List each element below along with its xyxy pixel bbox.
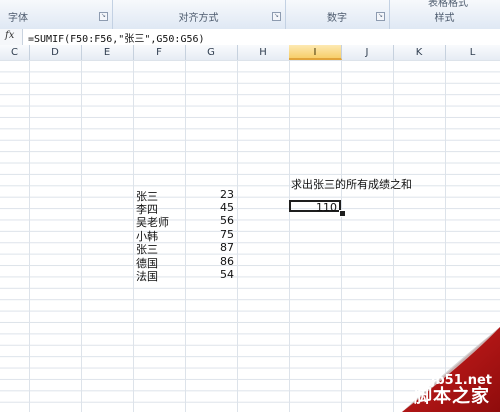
column-header[interactable]: K [393, 45, 446, 60]
cell-score[interactable]: 23 [184, 188, 234, 201]
ribbon-group-number-label: 数字 [327, 13, 347, 24]
cell-score[interactable]: 45 [184, 201, 234, 214]
fill-handle[interactable] [339, 210, 346, 217]
formula-input[interactable]: =SUMIF(F50:F56,"张三",G50:G56) [28, 30, 205, 45]
column-gridline [29, 60, 30, 412]
ribbon-group-font: 字体 ↘ [0, 0, 113, 29]
ribbon-group-styles-label: 样式 [434, 13, 455, 24]
cell-score[interactable]: 86 [184, 255, 234, 268]
cell-score[interactable]: 56 [184, 214, 234, 227]
column-header[interactable]: J [341, 45, 394, 60]
column-header[interactable]: E [81, 45, 134, 60]
column-gridline [237, 60, 238, 412]
column-gridline [81, 60, 82, 412]
insert-function-button[interactable]: fx [0, 29, 23, 45]
cell-score[interactable]: 87 [184, 241, 234, 254]
column-header[interactable]: D [29, 45, 82, 60]
ribbon-group-number: 数字 ↘ [285, 0, 390, 29]
column-header-selected[interactable]: I [289, 45, 342, 60]
format-as-table-label[interactable]: 表格格式 [428, 0, 468, 9]
cell-score[interactable]: 75 [184, 228, 234, 241]
column-gridline [289, 60, 290, 412]
watermark-name: 脚本之家 [414, 386, 490, 407]
ribbon-group-bar: 字体 ↘ 对齐方式 ↘ 数字 ↘ 样式 表格格式 [0, 0, 500, 30]
ribbon-group-alignment-label: 对齐方式 [178, 13, 219, 24]
alignment-dialog-launcher-icon[interactable]: ↘ [272, 12, 281, 21]
ribbon-group-font-label: 字体 [8, 13, 28, 24]
column-header[interactable]: H [237, 45, 290, 60]
number-dialog-launcher-icon[interactable]: ↘ [376, 12, 385, 21]
column-header[interactable]: L [445, 45, 500, 60]
font-dialog-launcher-icon[interactable]: ↘ [99, 12, 108, 21]
column-gridline [133, 60, 134, 412]
column-header[interactable]: F [133, 45, 186, 60]
cell-name[interactable]: 法国 [136, 268, 158, 284]
cell-question[interactable]: 求出张三的所有成绩之和 [291, 176, 412, 192]
column-gridline [341, 60, 342, 412]
cell-score[interactable]: 54 [184, 268, 234, 281]
column-header[interactable]: G [185, 45, 238, 60]
fx-icon: fx [5, 30, 15, 41]
column-header[interactable]: C [0, 45, 30, 60]
formula-bar: fx =SUMIF(F50:F56,"张三",G50:G56) [0, 29, 500, 46]
ribbon-group-alignment: 对齐方式 ↘ [112, 0, 286, 29]
column-header-row: C D E F G H I J K L [0, 45, 500, 61]
cell-result[interactable]: 110 [287, 201, 337, 214]
